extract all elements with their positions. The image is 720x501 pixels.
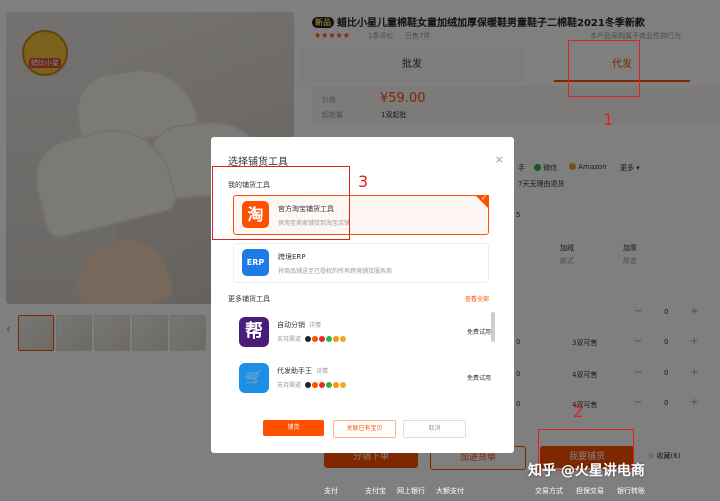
tool-item-dropship-assistant[interactable]: 🛒 代发助手王 详情 支持渠道 免费试用 [233, 359, 491, 399]
tiktok-icon [304, 381, 311, 388]
free-trial-button[interactable]: 免费试用 [467, 373, 491, 382]
annotation-box-1 [568, 40, 640, 97]
shop-icon [339, 335, 346, 342]
support-channels: 支持渠道 [277, 334, 347, 344]
transaction-label: 交易方式 [535, 487, 563, 495]
cart-app-icon: 🛒 [239, 363, 269, 393]
tool-name-text: 代发助手王 [277, 367, 312, 375]
detail-link[interactable]: 详情 [309, 322, 321, 329]
close-icon[interactable]: × [495, 153, 504, 166]
erp-icon: ERP [242, 249, 269, 276]
tiktok-icon [304, 335, 311, 342]
payment-method: 支付宝 [365, 487, 386, 495]
wechat-icon [325, 335, 332, 342]
view-all-link[interactable]: 查看全部 [465, 294, 489, 303]
kuaishou-icon [332, 381, 339, 388]
kuaishou-icon [332, 335, 339, 342]
tool-item-auto-distribute[interactable]: 帮 自动分销 详情 支持渠道 免费试用 [233, 313, 491, 353]
distribute-button[interactable]: 铺货 [263, 420, 324, 436]
link-existing-button[interactable]: 关联已有宝贝 [333, 420, 396, 438]
transaction-method: 银行转账 [617, 487, 645, 495]
checkmark-icon: ✓ [481, 194, 487, 202]
pinduoduo-icon [318, 335, 325, 342]
tool-name-text: 自动分销 [277, 321, 305, 329]
support-label: 支持渠道 [277, 382, 302, 389]
free-trial-button[interactable]: 免费试用 [467, 327, 491, 336]
tool-card-erp[interactable]: ERP 跨境ERP 将商品铺送至已授权的所有跨境铺货服务商 [233, 243, 489, 283]
channel-icons [304, 381, 347, 390]
tool-name: 自动分销 详情 [277, 320, 321, 330]
annotation-number-1: 1 [603, 110, 614, 129]
watermark: 知乎 @火星讲电商 [528, 463, 645, 479]
payment-label: 支付 [324, 487, 338, 495]
annotation-number-2: 2 [573, 402, 584, 421]
taobao-icon [311, 335, 318, 342]
transaction-method: 担保交易 [576, 487, 604, 495]
bang-app-icon: 帮 [239, 317, 269, 347]
more-tools-label: 更多铺货工具 [228, 295, 270, 303]
support-channels: 支持渠道 [277, 380, 347, 390]
tool-desc: 将商品铺送至已授权的所有跨境铺货服务商 [278, 268, 393, 275]
channel-icons [304, 335, 347, 344]
annotation-number-3: 3 [358, 172, 369, 191]
wechat-icon [325, 381, 332, 388]
tool-name: 跨境ERP [278, 253, 306, 261]
annotation-box-3 [212, 166, 350, 240]
shop-icon [339, 381, 346, 388]
pinduoduo-icon [318, 381, 325, 388]
support-label: 支持渠道 [277, 336, 302, 343]
tool-name: 代发助手王 详情 [277, 366, 328, 376]
list-scrollbar[interactable] [491, 312, 495, 342]
cancel-button[interactable]: 取消 [403, 420, 466, 438]
payment-method: 大额支付 [436, 487, 464, 495]
payment-method: 网上银行 [397, 487, 425, 495]
detail-link[interactable]: 详情 [316, 368, 328, 375]
taobao-icon [311, 381, 318, 388]
